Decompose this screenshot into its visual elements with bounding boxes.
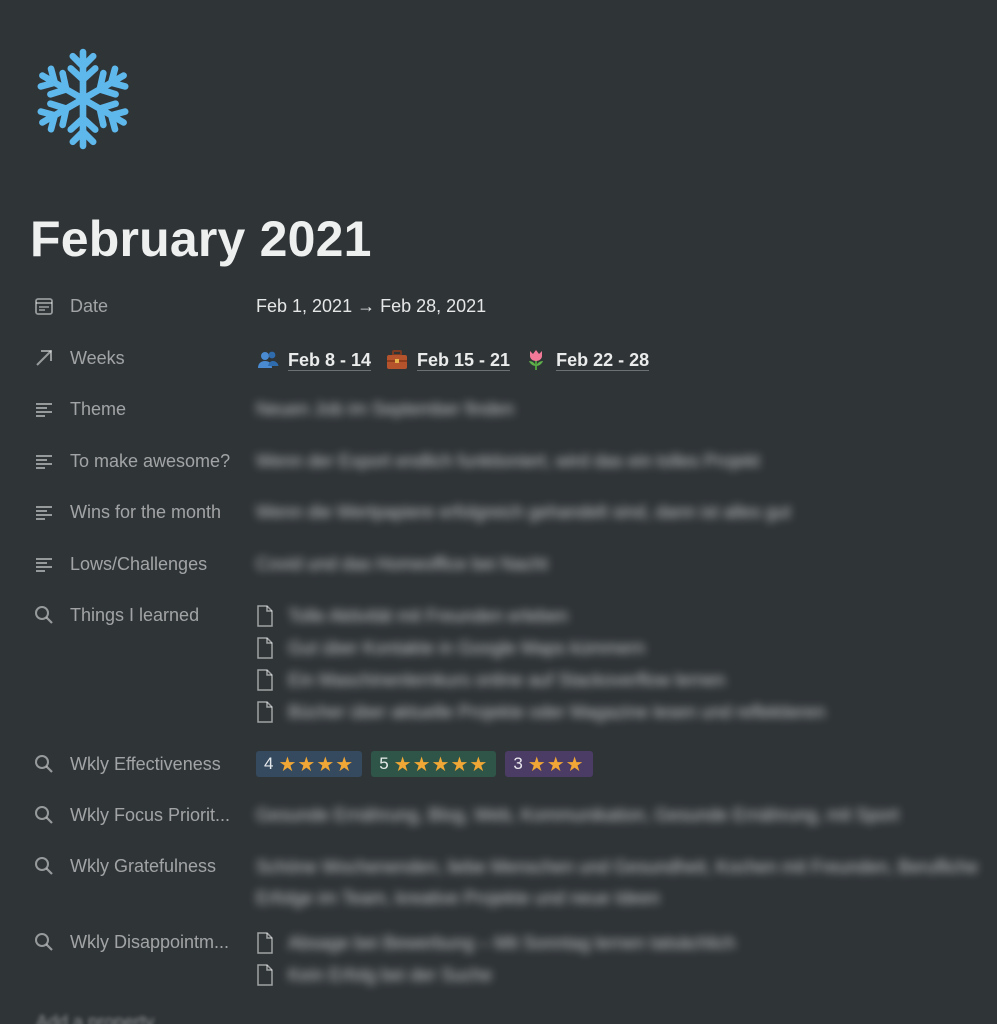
week-link-feb-22-28[interactable]: Feb 22 - 28: [524, 348, 650, 372]
text-lines-icon: [33, 450, 57, 474]
date-value[interactable]: Feb 1, 2021 → Feb 28, 2021: [256, 290, 990, 319]
things-learned-list: Tolle Aktivität mit Freunden erleben Gut…: [256, 605, 990, 723]
property-label[interactable]: To make awesome?: [30, 445, 256, 474]
wkly-gratefulness-value[interactable]: Schöne Wochenenden, liebe Menschen und G…: [256, 846, 990, 908]
property-wkly-effectiveness[interactable]: Wkly Effectiveness 4 ★★★★ 5 ★★★★★ 3 ★★★: [30, 748, 990, 777]
disappointments-list: Absage bei Bewerbung – Mit Sonntag lerne…: [256, 932, 990, 986]
lows-value[interactable]: Covid und das Homeoffice bei Nacht: [256, 548, 990, 577]
property-label[interactable]: Wins for the month: [30, 496, 256, 525]
briefcase-icon: [385, 348, 409, 372]
weeks-links: Feb 8 - 14 Feb 15 - 21 Feb 22 - 28: [256, 348, 990, 372]
property-wkly-gratefulness[interactable]: Wkly Gratefulness Schöne Wochenenden, li…: [30, 850, 990, 908]
search-icon: [33, 855, 57, 879]
property-wkly-disappointments[interactable]: Wkly Disappointm... Absage bei Bewerbung…: [30, 926, 990, 986]
property-label[interactable]: Date: [30, 290, 256, 319]
page-icon: [257, 605, 273, 627]
page-icon: [257, 932, 273, 954]
property-date[interactable]: Date Feb 1, 2021 → Feb 28, 2021: [30, 290, 990, 319]
list-item[interactable]: Kein Erfolg bei der Suche: [256, 964, 990, 986]
rating-tag[interactable]: 4 ★★★★: [256, 751, 363, 777]
search-icon: [33, 804, 57, 828]
property-things-learned[interactable]: Things I learned Tolle Aktivität mit Fre…: [30, 599, 990, 723]
page-icon: [257, 701, 273, 723]
property-label[interactable]: Wkly Focus Priorit...: [30, 799, 256, 828]
property-theme[interactable]: Theme Neuen Job im September finden: [30, 393, 990, 422]
week-link-feb-15-21[interactable]: Feb 15 - 21: [385, 348, 511, 372]
property-to-make-awesome[interactable]: To make awesome? Wenn der Export endlich…: [30, 445, 990, 474]
list-item[interactable]: Tolle Aktivität mit Freunden erleben: [256, 605, 990, 627]
add-property-button[interactable]: Add a property: [36, 1012, 154, 1024]
list-item[interactable]: Gut über Kontakte in Google Maps kümmern: [256, 637, 990, 659]
to-make-awesome-value[interactable]: Wenn der Export endlich funktioniert, wi…: [256, 445, 990, 474]
effectiveness-tags: 4 ★★★★ 5 ★★★★★ 3 ★★★: [256, 751, 990, 777]
tulip-icon: [524, 348, 548, 372]
wins-value[interactable]: Wenn die Wertpapiere erfolgreich gehande…: [256, 496, 990, 525]
list-item[interactable]: Absage bei Bewerbung – Mit Sonntag lerne…: [256, 932, 990, 954]
property-label[interactable]: Lows/Challenges: [30, 548, 256, 577]
text-lines-icon: [33, 501, 57, 525]
page-title[interactable]: February 2021: [30, 210, 372, 268]
property-label[interactable]: Things I learned: [30, 599, 256, 723]
star-icon: ★★★: [527, 753, 585, 776]
property-weeks[interactable]: Weeks Feb 8 - 14 Feb 15 - 21 Feb 22 - 28: [30, 342, 990, 372]
calendar-icon: [33, 295, 57, 319]
theme-value[interactable]: Neuen Job im September finden: [256, 393, 990, 422]
property-label[interactable]: Wkly Disappointm...: [30, 926, 256, 986]
search-icon: [33, 753, 57, 777]
snowflake-icon[interactable]: [32, 46, 134, 152]
property-wkly-focus[interactable]: Wkly Focus Priorit... Gesunde Ernährung,…: [30, 799, 990, 828]
star-icon: ★★★★★: [393, 753, 489, 776]
property-label[interactable]: Theme: [30, 393, 256, 422]
wkly-focus-value[interactable]: Gesunde Ernährung, Blog, Web, Kommunikat…: [256, 799, 990, 828]
notion-page: February 2021 Date Feb 1, 2021 → Feb 28,…: [0, 0, 997, 1024]
search-icon: [33, 604, 57, 628]
rating-tag[interactable]: 5 ★★★★★: [371, 751, 497, 777]
search-icon: [33, 931, 57, 955]
rating-tag[interactable]: 3 ★★★: [505, 751, 593, 777]
list-item[interactable]: Ein Maschinenlernkurs online auf Stackov…: [256, 669, 990, 691]
relation-arrow-icon: [33, 347, 57, 371]
page-icon: [257, 964, 273, 986]
text-lines-icon: [33, 398, 57, 422]
property-wins[interactable]: Wins for the month Wenn die Wertpapiere …: [30, 496, 990, 525]
property-label[interactable]: Weeks: [30, 342, 256, 372]
property-lows[interactable]: Lows/Challenges Covid und das Homeoffice…: [30, 548, 990, 577]
text-lines-icon: [33, 553, 57, 577]
week-link-feb-8-14[interactable]: Feb 8 - 14: [256, 348, 372, 372]
property-label[interactable]: Wkly Gratefulness: [30, 850, 256, 908]
property-label[interactable]: Wkly Effectiveness: [30, 748, 256, 777]
page-icon: [257, 669, 273, 691]
list-item[interactable]: Bücher über aktuelle Projekte oder Magaz…: [256, 701, 990, 723]
page-icon: [257, 637, 273, 659]
people-icon: [256, 348, 280, 372]
star-icon: ★★★★: [278, 753, 355, 776]
